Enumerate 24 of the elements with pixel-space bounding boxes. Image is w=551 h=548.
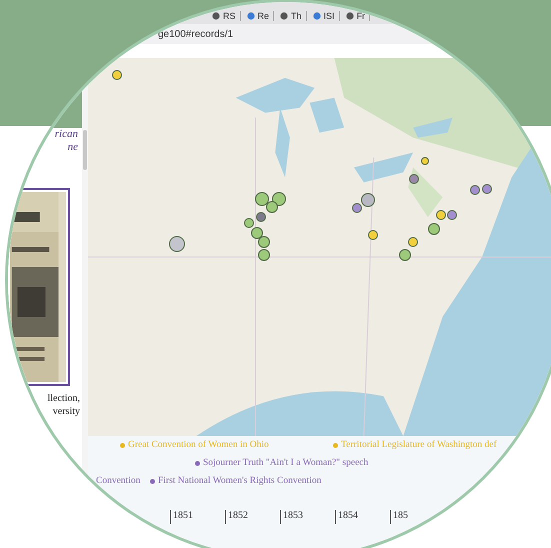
- browser-tab[interactable]: Re: [246, 11, 274, 21]
- event-label[interactable]: Convention: [96, 476, 140, 486]
- site-icon: [280, 12, 288, 20]
- browser-tab[interactable]: RS: [212, 11, 241, 21]
- heading-text: rican: [54, 128, 79, 141]
- caption-text: llection,: [48, 392, 81, 405]
- site-icon: [346, 12, 354, 20]
- caption-text: versity: [52, 405, 81, 418]
- site-icon: [212, 12, 220, 20]
- event-label[interactable]: First National Women's Rights Convention: [158, 476, 322, 486]
- browser-tab[interactable]: ISI: [312, 11, 340, 21]
- year-tick: 1851: [170, 510, 225, 524]
- browser-tab[interactable]: Th: [280, 11, 307, 21]
- site-icon: [246, 12, 255, 20]
- year-tick: 1854: [335, 510, 390, 524]
- scrollbar-thumb[interactable]: [83, 130, 87, 170]
- year-tick: 1852: [225, 510, 280, 524]
- site-icon: [312, 12, 321, 20]
- browser-tab[interactable]: Fr: [346, 11, 370, 21]
- year-tick: 1853: [280, 510, 335, 524]
- address-bar[interactable]: ge100#records/1: [158, 28, 234, 40]
- heading-text: ne: [68, 141, 79, 154]
- year-tick: 185: [390, 510, 445, 524]
- event-label[interactable]: Sojourner Truth "Ain't I a Woman?" speech: [203, 458, 368, 468]
